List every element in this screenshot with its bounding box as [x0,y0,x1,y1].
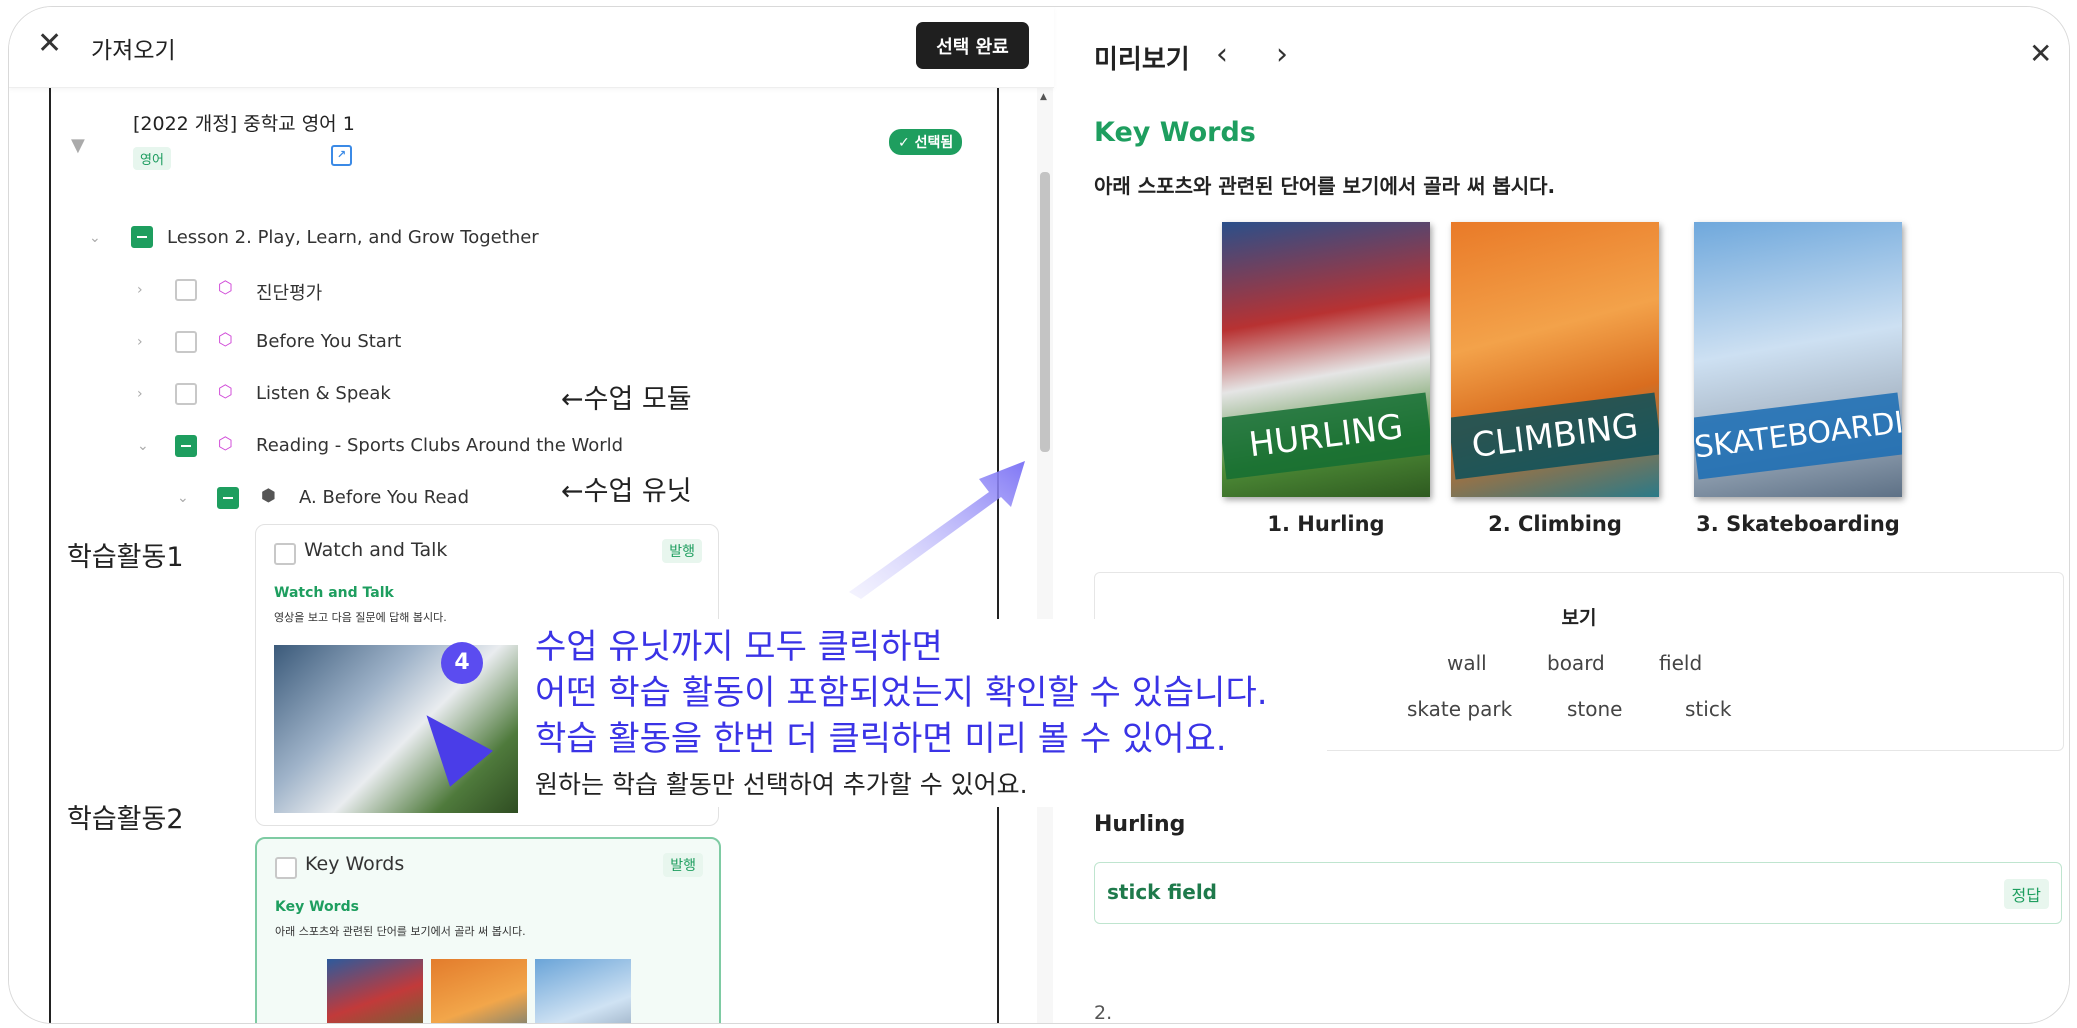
module-label[interactable]: Listen & Speak [256,383,391,404]
module-annotation: ←수업 모듈 [561,384,692,415]
word-bank-item: board [1547,651,1605,675]
module-checkbox[interactable] [175,383,197,405]
answer-text: stick field [1107,880,1217,904]
overlay-line: 어떤 학습 활동이 포함되었는지 확인할 수 있습니다. [535,673,1268,713]
activity-checkbox[interactable] [274,543,296,565]
overlay-line: 학습 활동을 한번 더 클릭하면 미리 볼 수 있어요. [535,719,1227,759]
word-bank-item: field [1659,651,1703,675]
book-title: [2022 개정] 중학교 영어 1 [133,113,355,135]
word-bank-item: stick [1685,697,1732,721]
module-label[interactable]: 진단평가 [256,279,322,305]
word-bank-item: stone [1567,697,1623,721]
close-icon[interactable]: ✕ [37,29,62,59]
unit-checkbox[interactable] [217,487,239,509]
lesson-label[interactable]: Lesson 2. Play, Learn, and Grow Together [167,227,539,248]
answer-badge: 정답 [2003,879,2049,909]
activity-checkbox[interactable] [275,857,297,879]
tutorial-overlay: 수업 유닛까지 모두 클릭하면 어떤 학습 활동이 포함되었는지 확인할 수 있… [527,619,1327,807]
module-cube-icon: ⬡ [218,382,233,402]
word-bank-item: wall [1447,651,1487,675]
module-cube-icon: ⬡ [218,330,233,350]
image-caption: 2. Climbing [1488,512,1622,536]
activity-heading: Watch and Talk [274,585,394,601]
overlay-note: 원하는 학습 활동만 선택하여 추가할 수 있어요. [535,770,1028,799]
hurling-image: HURLING [1222,222,1430,497]
unit-label[interactable]: A. Before You Read [299,487,469,508]
activity1-label: 학습활동1 [67,542,184,573]
module-checkbox[interactable] [175,279,197,301]
image-band: HURLING [1222,392,1430,480]
image-band: SKATEBOARDING [1694,392,1902,480]
activity-subtitle: 영상을 보고 다음 질문에 답해 봅시다. [274,611,447,624]
answer-box: stick field 정답 [1094,862,2062,924]
preview-title: 미리보기 [1094,45,1190,75]
scroll-up-icon[interactable]: ▲ [1040,92,1047,102]
scroll-thumb[interactable] [1040,172,1050,452]
activity-title: Watch and Talk [304,539,448,561]
preview-panel: 미리보기 ‹ › ✕ Key Words 아래 스포츠와 관련된 단어를 보기에… [1054,7,2069,1023]
unit-annotation: ←수업 유닛 [561,476,692,507]
question-title: Hurling [1094,812,1186,837]
selected-badge: ✓ 선택됨 [889,129,963,155]
activity-title: Key Words [305,853,405,875]
select-done-button[interactable]: 선택 완료 [916,22,1029,69]
subject-badge: 영어 [133,147,171,170]
module-cube-icon: ⬡ [218,278,233,298]
lesson-checkbox[interactable] [131,226,153,248]
climbing-image: CLIMBING [1451,222,1659,497]
chevron-down-icon[interactable]: ⌄ [177,490,189,506]
skateboarding-image: SKATEBOARDING [1694,222,1902,497]
import-title: 가져오기 [91,38,176,64]
chevron-right-icon[interactable]: › [1276,37,1288,72]
import-header: ✕ 가져오기 선택 완료 [9,7,1054,88]
chevron-right-icon[interactable]: › [137,334,143,350]
close-icon[interactable]: ✕ [2029,37,2052,70]
overlay-line: 수업 유닛까지 모두 클릭하면 [535,627,943,667]
activity2-label: 학습활동2 [67,804,184,835]
image-band: CLIMBING [1451,392,1659,480]
module-label[interactable]: Before You Start [256,331,401,352]
next-question-number: 2. [1094,1002,1113,1024]
image-caption: 1. Hurling [1267,512,1385,536]
external-link-icon[interactable]: ↗ [331,145,352,166]
pointer-arrow-icon [849,461,1025,599]
publish-badge: 발행 [663,853,703,877]
module-checkbox[interactable] [175,331,197,353]
module-cube-icon: ⬡ [218,434,233,454]
preview-heading: Key Words [1094,117,1256,148]
module-checkbox[interactable] [175,435,197,457]
activity-heading: Key Words [275,899,359,915]
skateboarding-thumbnail [535,959,631,1023]
word-bank-item: skate park [1407,697,1513,721]
step-number-badge: 4 [441,642,483,684]
climbing-thumbnail [431,959,527,1023]
activity-subtitle: 아래 스포츠와 관련된 단어를 보기에서 골라 써 봅시다. [275,925,526,938]
chevron-left-icon[interactable]: ‹ [1216,37,1228,72]
module-label[interactable]: Reading - Sports Clubs Around the World [256,435,623,456]
chevron-down-icon[interactable]: ⌄ [137,438,149,454]
unit-cube-icon: ⬢ [261,486,276,506]
publish-badge: 발행 [662,539,702,563]
chevron-right-icon[interactable]: › [137,282,143,298]
activity-card-selected[interactable]: Key Words 발행 Key Words 아래 스포츠와 관련된 단어를 보… [255,837,721,1023]
app-window: ✕ 가져오기 선택 완료 ▼ [2022 개정] 중학교 영어 1 영어 ↗ ✓… [8,6,2070,1024]
chevron-down-icon[interactable]: ⌄ [89,230,101,246]
collapse-icon[interactable]: ▼ [71,135,85,156]
chevron-right-icon[interactable]: › [137,386,143,402]
preview-instruction: 아래 스포츠와 관련된 단어를 보기에서 골라 써 봅시다. [1094,174,1556,198]
image-caption: 3. Skateboarding [1696,512,1900,536]
hurling-thumbnail [327,959,423,1023]
